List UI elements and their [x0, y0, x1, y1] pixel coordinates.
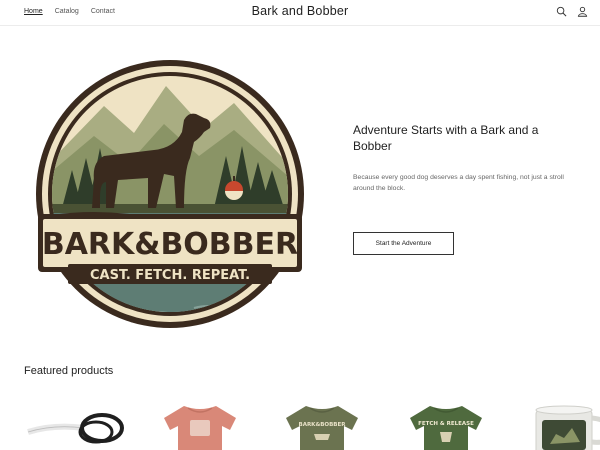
olive-tshirt-image: BARK&BOBBER [286, 406, 358, 450]
green-tshirt-image: FETCH & RELEASE [410, 406, 482, 450]
product-card-olive-tshirt[interactable]: BARK&BOBBER [272, 398, 372, 450]
leash-image [27, 413, 124, 444]
featured-products-heading: Featured products [24, 365, 114, 377]
coral-tshirt-image [164, 406, 236, 450]
start-adventure-button[interactable]: Start the Adventure [353, 232, 454, 255]
logo-tagline: CAST. FETCH. REPEAT. [90, 268, 250, 283]
product-card-leash[interactable] [24, 398, 124, 450]
site-header: Home Catalog Contact Bark and Bobber [0, 0, 600, 26]
search-icon[interactable] [556, 6, 567, 17]
mug-image [535, 405, 600, 450]
header-icons [556, 6, 588, 17]
account-icon[interactable] [577, 6, 588, 17]
logo-main-text: BARK&BOBBER [42, 227, 298, 262]
featured-products-row: BARK&BOBBER FETCH & RELEASE [0, 398, 600, 450]
bark-and-bobber-emblem: BARK&BOBBER CAST. FETCH. REPEAT. [36, 60, 304, 328]
hero-title: Adventure Starts with a Bark and a Bobbe… [353, 123, 539, 153]
brand-name[interactable]: Bark and Bobber [0, 4, 600, 18]
olive-tshirt-print: BARK&BOBBER [299, 422, 347, 428]
hero-content: Adventure Starts with a Bark and a Bobbe… [353, 122, 573, 194]
product-card-mug[interactable] [520, 398, 600, 450]
hero-logo: BARK&BOBBER CAST. FETCH. REPEAT. [34, 58, 306, 330]
hero-subtitle: Because every good dog deserves a day sp… [353, 174, 564, 192]
green-tshirt-print: FETCH & RELEASE [418, 421, 474, 427]
product-card-green-tshirt[interactable]: FETCH & RELEASE [396, 398, 496, 450]
product-card-coral-tshirt[interactable] [150, 398, 250, 450]
